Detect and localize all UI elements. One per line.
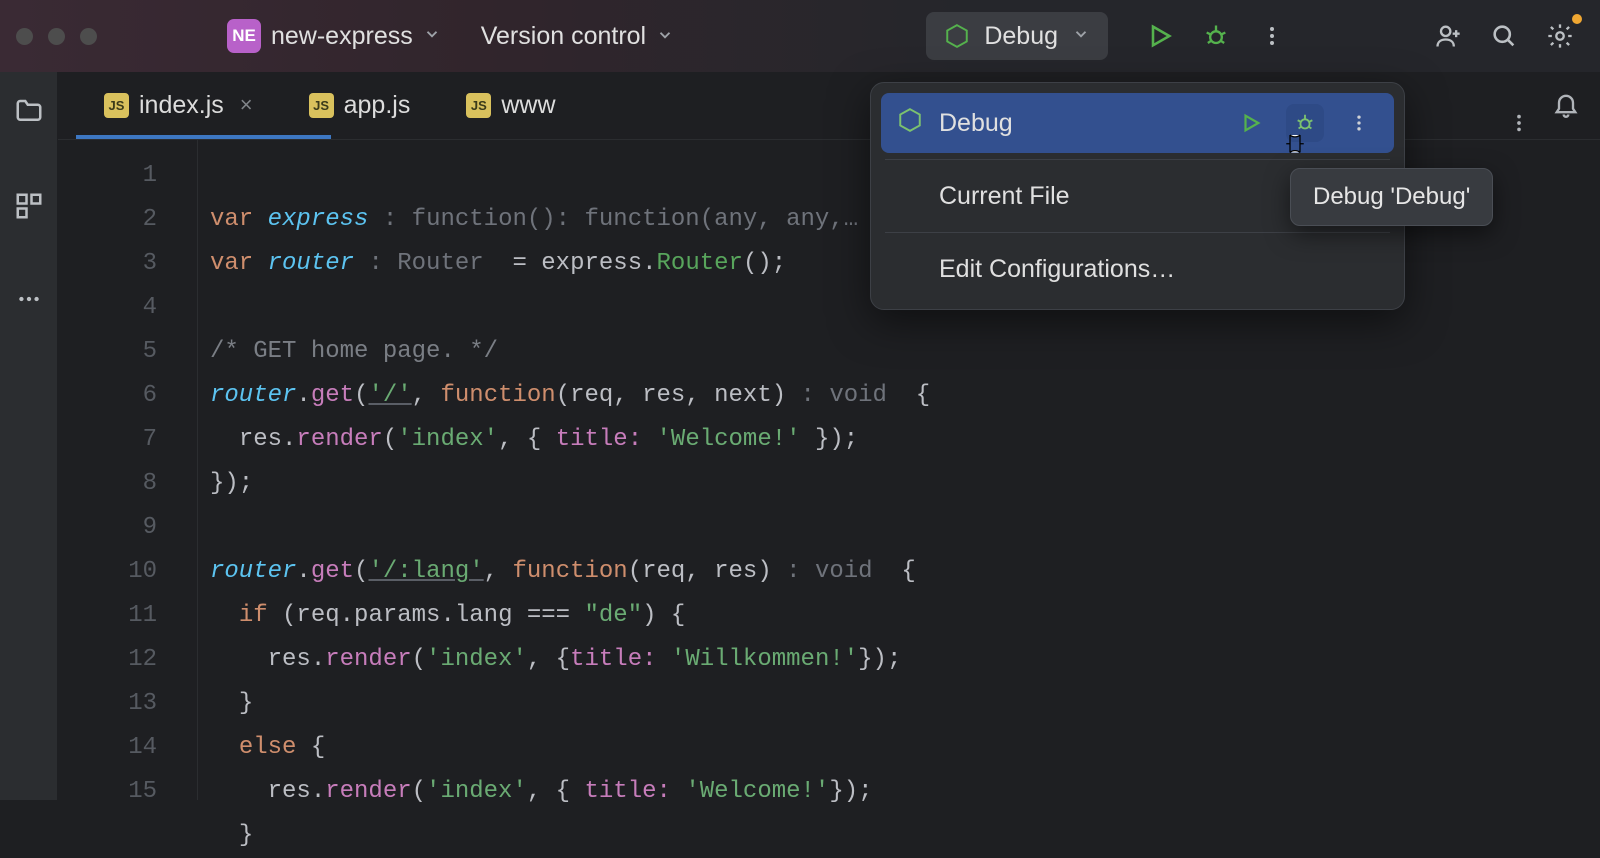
structure-tool-icon[interactable]: [14, 191, 44, 226]
separator: [885, 232, 1390, 233]
dropdown-item-debug[interactable]: Debug: [881, 93, 1394, 153]
dropdown-item-edit-config[interactable]: Edit Configurations…: [881, 239, 1394, 299]
tab-app-js[interactable]: JS app.js: [281, 71, 439, 139]
nodejs-icon: [897, 107, 923, 140]
run-icon[interactable]: [1232, 104, 1270, 142]
tab-overflow-icon[interactable]: [1508, 112, 1530, 139]
close-tab-icon[interactable]: ×: [240, 92, 253, 118]
chevron-down-icon: [656, 22, 674, 51]
tooltip: Debug 'Debug': [1290, 168, 1493, 226]
js-file-icon: JS: [466, 93, 491, 118]
version-control-label: Version control: [481, 22, 646, 51]
notification-dot-icon: [1572, 14, 1582, 24]
js-file-icon: JS: [104, 93, 129, 118]
separator: [885, 159, 1390, 160]
tab-label: www: [501, 91, 555, 120]
minimize-window-icon[interactable]: [48, 28, 65, 45]
gutter: 12 34 56 78 910 1112 1314 15: [58, 140, 198, 800]
run-config-selector[interactable]: Debug: [926, 12, 1108, 60]
run-button[interactable]: [1136, 12, 1184, 60]
chevron-down-icon[interactable]: [423, 25, 441, 48]
debug-button[interactable]: [1192, 12, 1240, 60]
js-file-icon: JS: [309, 93, 334, 118]
project-tool-icon[interactable]: [14, 96, 44, 131]
more-tools-icon[interactable]: [16, 286, 42, 317]
tab-label: index.js: [139, 91, 224, 120]
tab-label: app.js: [344, 91, 411, 120]
version-control-menu[interactable]: Version control: [481, 22, 674, 51]
tab-www[interactable]: JS www: [438, 71, 583, 139]
cursor-icon: [1280, 130, 1310, 167]
project-name[interactable]: new-express: [271, 22, 413, 51]
nodejs-icon: [944, 23, 970, 49]
more-icon[interactable]: [1340, 104, 1378, 142]
dropdown-label: Debug: [939, 109, 1216, 138]
title-bar: NE new-express Version control Debug: [0, 0, 1600, 72]
window-controls: [16, 28, 97, 45]
maximize-window-icon[interactable]: [80, 28, 97, 45]
tab-index-js[interactable]: JS index.js ×: [76, 71, 281, 139]
search-icon[interactable]: [1480, 12, 1528, 60]
code-with-me-icon[interactable]: [1424, 12, 1472, 60]
dropdown-label: Edit Configurations…: [939, 255, 1378, 284]
project-icon: NE: [227, 19, 261, 53]
tool-rail: [0, 72, 58, 800]
close-window-icon[interactable]: [16, 28, 33, 45]
notifications-icon[interactable]: [1552, 90, 1580, 123]
settings-icon[interactable]: [1536, 12, 1584, 60]
chevron-down-icon: [1072, 25, 1090, 48]
more-actions-icon[interactable]: [1248, 12, 1296, 60]
run-config-label: Debug: [984, 22, 1058, 51]
